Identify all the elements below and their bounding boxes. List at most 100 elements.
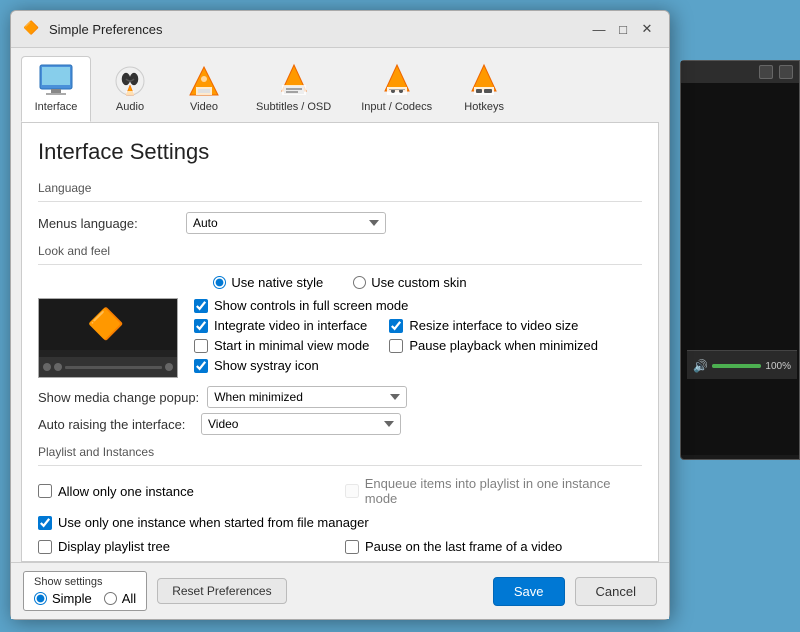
menus-language-label: Menus language: bbox=[38, 216, 178, 231]
display-playlist-option[interactable]: Display playlist tree bbox=[38, 539, 335, 554]
enqueue-label: Enqueue items into playlist in one insta… bbox=[365, 476, 642, 506]
systray-option[interactable]: Show systray icon bbox=[194, 358, 369, 373]
volume-percent: 100% bbox=[765, 361, 791, 372]
language-divider bbox=[38, 201, 642, 202]
show-settings-options: Simple All bbox=[34, 591, 136, 606]
preview-cone: 🔶 bbox=[87, 307, 124, 342]
tab-video-label: Video bbox=[190, 101, 218, 113]
bg-close-btn[interactable] bbox=[779, 65, 793, 79]
pause-last-frame-option[interactable]: Pause on the last frame of a video bbox=[345, 539, 642, 554]
show-settings-box: Show settings Simple All bbox=[23, 571, 147, 611]
file-manager-instance-label: Use only one instance when started from … bbox=[58, 515, 369, 530]
tab-input[interactable]: Input / Codecs bbox=[348, 56, 445, 122]
enqueue-option: Enqueue items into playlist in one insta… bbox=[345, 476, 642, 506]
playlist-divider bbox=[38, 465, 642, 466]
page-title: Interface Settings bbox=[38, 139, 642, 165]
file-manager-instance-checkbox[interactable] bbox=[38, 516, 52, 530]
one-instance-option[interactable]: Allow only one instance bbox=[38, 476, 335, 506]
playlist-section-label: Playlist and Instances bbox=[38, 445, 642, 459]
auto-raise-select[interactable]: Never Video Always bbox=[201, 413, 401, 435]
tab-video[interactable]: Video bbox=[169, 56, 239, 122]
tab-interface[interactable]: Interface bbox=[21, 56, 91, 122]
bg-titlebar bbox=[681, 61, 799, 83]
look-feel-section-label: Look and feel bbox=[38, 244, 642, 258]
ctrl-vol bbox=[165, 363, 173, 371]
close-button[interactable]: ✕ bbox=[637, 19, 657, 39]
style-radio-group: Use native style Use custom skin bbox=[38, 275, 642, 290]
menus-language-row: Menus language: Auto English French Germ… bbox=[38, 212, 642, 234]
volume-bar[interactable] bbox=[712, 364, 761, 368]
show-settings-label: Show settings bbox=[34, 576, 136, 588]
tab-subtitles-label: Subtitles / OSD bbox=[256, 101, 331, 113]
enqueue-checkbox bbox=[345, 484, 359, 498]
fullscreen-controls-checkbox[interactable] bbox=[194, 299, 208, 313]
all-label: All bbox=[122, 591, 136, 606]
background-window: 🔊 100% bbox=[680, 60, 800, 460]
minimal-view-checkbox[interactable] bbox=[194, 339, 208, 353]
integrate-video-checkbox[interactable] bbox=[194, 319, 208, 333]
look-feel-checkboxes: Show controls in full screen mode Integr… bbox=[194, 298, 598, 378]
app-icon: 🔶 bbox=[23, 20, 41, 38]
integrate-video-option[interactable]: Integrate video in interface bbox=[194, 318, 369, 333]
simple-option[interactable]: Simple bbox=[34, 591, 92, 606]
minimal-view-option[interactable]: Start in minimal view mode bbox=[194, 338, 369, 353]
tab-hotkeys-label: Hotkeys bbox=[464, 101, 504, 113]
tab-hotkeys-icon bbox=[466, 63, 502, 99]
pause-minimized-option[interactable]: Pause playback when minimized bbox=[389, 338, 598, 353]
minimal-view-label: Start in minimal view mode bbox=[214, 338, 369, 353]
bg-content bbox=[681, 83, 799, 455]
all-option[interactable]: All bbox=[104, 591, 136, 606]
custom-skin-radio[interactable] bbox=[353, 276, 366, 289]
tab-audio-label: Audio bbox=[116, 101, 144, 113]
tab-subtitles-icon bbox=[276, 63, 312, 99]
cancel-button[interactable]: Cancel bbox=[575, 577, 657, 606]
resize-video-label: Resize interface to video size bbox=[409, 318, 578, 333]
volume-fill bbox=[712, 364, 761, 368]
tab-interface-label: Interface bbox=[35, 101, 78, 113]
playlist-checkboxes: Allow only one instance Enqueue items in… bbox=[38, 476, 642, 559]
tab-audio-icon bbox=[112, 63, 148, 99]
ctrl-progress bbox=[65, 366, 162, 369]
simple-label: Simple bbox=[52, 591, 92, 606]
one-instance-label: Allow only one instance bbox=[58, 484, 194, 499]
systray-checkbox[interactable] bbox=[194, 359, 208, 373]
custom-skin-option[interactable]: Use custom skin bbox=[353, 275, 466, 290]
reset-button[interactable]: Reset Preferences bbox=[157, 578, 286, 604]
pause-minimized-checkbox[interactable] bbox=[389, 339, 403, 353]
systray-label: Show systray icon bbox=[214, 358, 319, 373]
display-playlist-label: Display playlist tree bbox=[58, 539, 170, 554]
pause-last-frame-label: Pause on the last frame of a video bbox=[365, 539, 562, 554]
maximize-button[interactable]: □ bbox=[613, 19, 633, 39]
simple-radio[interactable] bbox=[34, 592, 47, 605]
custom-skin-label: Use custom skin bbox=[371, 275, 466, 290]
save-button[interactable]: Save bbox=[493, 577, 565, 606]
tab-input-icon bbox=[379, 63, 415, 99]
resize-video-option[interactable]: Resize interface to video size bbox=[389, 318, 598, 333]
minimize-button[interactable]: — bbox=[589, 19, 609, 39]
native-style-radio[interactable] bbox=[213, 276, 226, 289]
media-change-select[interactable]: Never When minimized Always bbox=[207, 386, 407, 408]
all-radio[interactable] bbox=[104, 592, 117, 605]
tab-hotkeys[interactable]: Hotkeys bbox=[449, 56, 519, 122]
tab-audio[interactable]: Audio bbox=[95, 56, 165, 122]
pause-last-frame-checkbox[interactable] bbox=[345, 540, 359, 554]
one-instance-checkbox[interactable] bbox=[38, 484, 52, 498]
media-change-row: Show media change popup: Never When mini… bbox=[38, 386, 642, 408]
media-change-label: Show media change popup: bbox=[38, 390, 199, 405]
fullscreen-controls-option[interactable]: Show controls in full screen mode bbox=[194, 298, 598, 313]
display-playlist-checkbox[interactable] bbox=[38, 540, 52, 554]
content-area: Interface Settings Language Menus langua… bbox=[21, 122, 659, 562]
bg-maximize-btn[interactable] bbox=[759, 65, 773, 79]
tab-interface-icon bbox=[38, 63, 74, 99]
tab-subtitles[interactable]: Subtitles / OSD bbox=[243, 56, 344, 122]
language-section-label: Language bbox=[38, 181, 642, 195]
file-manager-instance-option[interactable]: Use only one instance when started from … bbox=[38, 515, 642, 530]
preview-area: 🔶 Show controls in full screen mode bbox=[38, 298, 642, 378]
fullscreen-controls-label: Show controls in full screen mode bbox=[214, 298, 408, 313]
tab-input-label: Input / Codecs bbox=[361, 101, 432, 113]
resize-video-checkbox[interactable] bbox=[389, 319, 403, 333]
native-style-option[interactable]: Use native style bbox=[213, 275, 323, 290]
auto-raise-label: Auto raising the interface: bbox=[38, 417, 193, 432]
integrate-video-label: Integrate video in interface bbox=[214, 318, 367, 333]
menus-language-select[interactable]: Auto English French German Spanish bbox=[186, 212, 386, 234]
